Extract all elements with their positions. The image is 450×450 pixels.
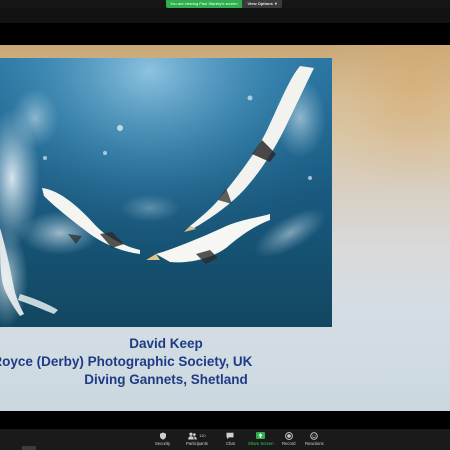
participants-label: Participants [186, 441, 208, 446]
reactions-label: Reactions [305, 441, 324, 446]
share-screen-label: Share Screen [248, 441, 274, 446]
chat-label: Chat [226, 441, 235, 446]
participant-count: 110 [199, 433, 206, 438]
slide-caption: David Keep Rolls Royce (Derby) Photograp… [0, 335, 332, 389]
share-screen-button[interactable]: Share Screen [248, 431, 274, 447]
reactions-button[interactable]: Reactions [305, 431, 324, 447]
record-label: Record [282, 441, 296, 446]
caption-title: Diving Gannets, Shetland [84, 372, 248, 387]
diving-gannets-photo [0, 58, 332, 327]
screen-share-banner: You are viewing Paul Stanley's screen Vi… [166, 0, 282, 8]
shield-icon [159, 431, 167, 440]
participants-button[interactable]: 110 Participants [186, 431, 208, 447]
caption-society: Rolls Royce (Derby) Photographic Society… [0, 354, 253, 369]
view-options-button[interactable]: View Options ▾ [241, 0, 282, 8]
letterbox-top [0, 23, 450, 45]
meeting-header-strip [0, 8, 450, 23]
toolbar-left-control[interactable] [22, 446, 36, 450]
people-icon: 110 [188, 431, 206, 440]
chevron-down-icon: ▾ [274, 1, 277, 6]
caption-author: David Keep [129, 336, 203, 351]
chat-icon [226, 431, 234, 440]
record-icon [284, 431, 293, 440]
shared-slide: David Keep Rolls Royce (Derby) Photograp… [0, 45, 450, 411]
smiley-icon [310, 431, 319, 440]
chat-button[interactable]: Chat [226, 431, 235, 447]
share-banner-text: You are viewing Paul Stanley's screen [166, 0, 242, 8]
share-screen-icon [256, 431, 266, 440]
security-button[interactable]: Security [155, 431, 170, 447]
letterbox-bottom [0, 411, 450, 429]
security-label: Security [155, 441, 171, 446]
view-options-label: View Options [247, 1, 273, 6]
meeting-toolbar: Security 110 Participants Chat Share Scr… [0, 429, 450, 450]
record-button[interactable]: Record [282, 431, 296, 447]
